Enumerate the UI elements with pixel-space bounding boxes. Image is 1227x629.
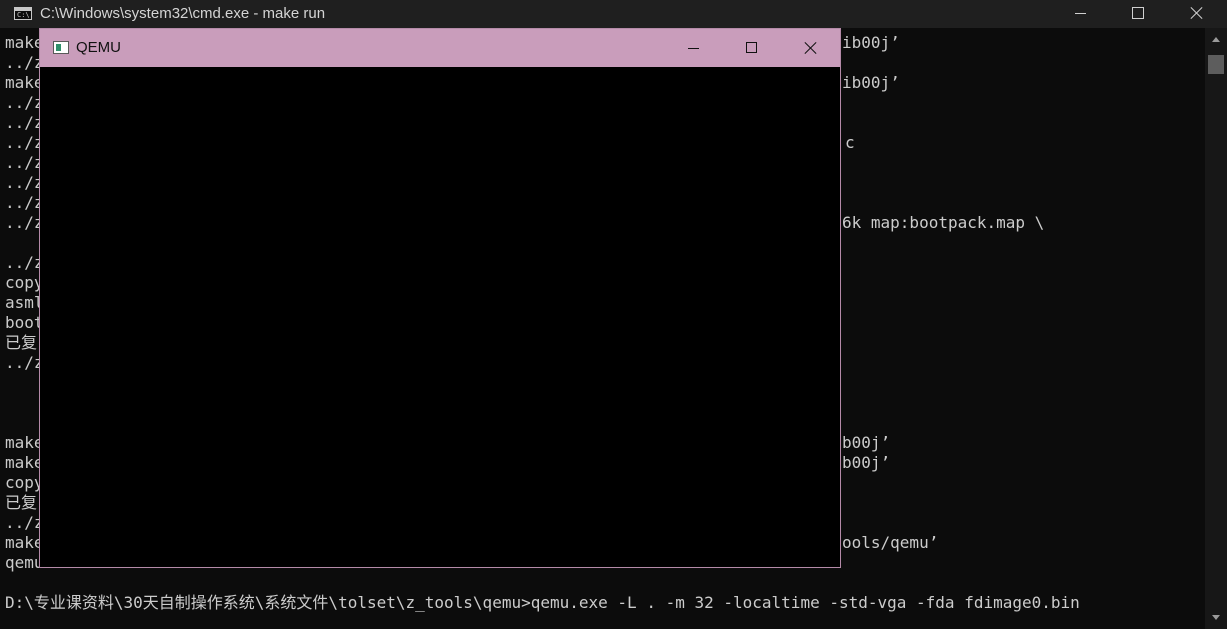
cmd-maximize-button[interactable] — [1109, 0, 1167, 28]
qemu-minimize-button[interactable] — [665, 29, 723, 67]
console-line: ../z — [5, 113, 44, 132]
qemu-display-area[interactable] — [40, 67, 840, 567]
console-line: make — [5, 73, 44, 92]
console-line: ../z — [5, 133, 44, 152]
qemu-window[interactable]: QEMU — [39, 28, 841, 568]
console-line: make — [5, 33, 44, 52]
console-line: 已复 — [5, 333, 38, 352]
console-line: ../z — [5, 53, 44, 72]
console-line: ../z — [5, 353, 44, 372]
scroll-down-arrow-icon[interactable] — [1205, 607, 1227, 629]
console-line: copy — [5, 473, 44, 492]
console-line: 已复 — [5, 493, 38, 512]
close-icon — [1189, 6, 1203, 20]
console-fragment: 6k map:bootpack.map \ — [842, 213, 1045, 232]
console-line: ../z — [5, 93, 44, 112]
console-line: ../z — [5, 193, 44, 212]
scrollbar-thumb[interactable] — [1208, 55, 1224, 74]
qemu-app-icon — [53, 41, 69, 54]
console-line: make — [5, 453, 44, 472]
console-line: asml — [5, 293, 44, 312]
console-line: ../z — [5, 213, 44, 232]
console-line: make — [5, 533, 44, 552]
qemu-window-title: QEMU — [76, 39, 121, 56]
cmd-app-icon: C:\ — [14, 7, 32, 20]
console-line: qemu — [5, 553, 44, 572]
minimize-icon — [688, 48, 699, 49]
console-fragment: b00j’ — [842, 453, 891, 472]
qemu-close-button[interactable] — [781, 29, 839, 67]
console-fragment: ib00j’ — [842, 33, 900, 52]
console-fragment: b00j’ — [842, 433, 891, 452]
console-line: ../z — [5, 153, 44, 172]
maximize-icon — [746, 42, 757, 53]
console-command-line: D:\专业课资料\30天自制操作系统\系统文件\tolset\z_tools\q… — [5, 593, 1080, 612]
console-line: ../z — [5, 253, 44, 272]
scroll-up-arrow-icon[interactable] — [1205, 28, 1227, 50]
qemu-title-bar[interactable]: QEMU — [40, 29, 840, 67]
console-fragment: c — [845, 133, 855, 152]
cmd-window-title: C:\Windows\system32\cmd.exe - make run — [40, 5, 326, 22]
console-scrollbar[interactable] — [1205, 28, 1227, 629]
cmd-minimize-button[interactable] — [1051, 0, 1109, 28]
close-icon — [803, 41, 817, 55]
maximize-icon — [1132, 7, 1144, 19]
console-line: boot — [5, 313, 44, 332]
minimize-icon — [1075, 13, 1086, 14]
console-fragment: ib00j’ — [842, 73, 900, 92]
qemu-maximize-button[interactable] — [723, 29, 781, 67]
console-line: copy — [5, 273, 44, 292]
cmd-title-bar[interactable]: C:\ C:\Windows\system32\cmd.exe - make r… — [0, 0, 1227, 28]
console-line: ../z — [5, 513, 44, 532]
console-line: make — [5, 433, 44, 452]
cmd-close-button[interactable] — [1167, 0, 1225, 28]
console-line: ../z — [5, 173, 44, 192]
console-fragment: ools/qemu’ — [842, 533, 939, 552]
cmd-icon-label: C:\ — [17, 11, 30, 19]
